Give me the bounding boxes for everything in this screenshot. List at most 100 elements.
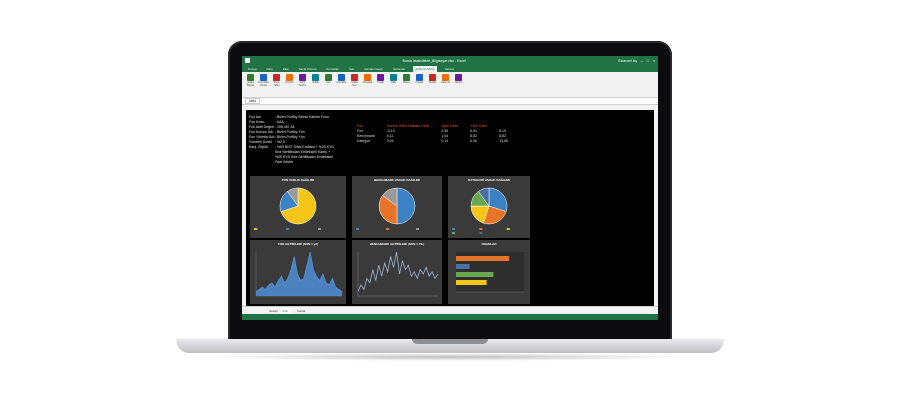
fon-varlik-panel[interactable]: FON VARLIK DAĞILIMI xyxy=(250,176,346,238)
legend-swatch xyxy=(452,232,455,234)
kategori-panel[interactable]: KATEGORİ VARLIK DAĞILIMI xyxy=(448,176,530,238)
ribbon-label: Fon Ekle xyxy=(336,81,347,84)
bar xyxy=(456,272,494,277)
ribbon-icon xyxy=(403,74,410,81)
kategori-chart xyxy=(452,187,510,234)
fon-getiri-panel[interactable]: FON GETİRİLERİ (SON 1 yıl) xyxy=(250,240,346,304)
ribbon-button-2[interactable]: Pivot Tablo xyxy=(271,74,282,95)
ribbon-label: Formülleri Göster xyxy=(257,81,270,87)
ribbon-button-15[interactable]: Satın Al xyxy=(440,74,451,95)
pie-slice xyxy=(396,187,416,225)
tab-0[interactable]: Dosya xyxy=(246,66,259,72)
tab-8[interactable]: ANALİZ ARAÇ xyxy=(413,66,437,72)
fon-getiri-chart xyxy=(255,251,343,297)
ribbon-icon xyxy=(429,74,436,81)
ribbon-label: Tarih Seçimi xyxy=(298,81,307,87)
ribbon-label: Rapor xyxy=(403,81,410,84)
ribbon-button-3[interactable]: Hazırla xyxy=(284,74,295,95)
ribbon-label: Analiz Başlat xyxy=(247,81,254,87)
formula-bar[interactable]: A864 xyxy=(242,98,658,105)
bar xyxy=(456,264,470,269)
legend-swatch xyxy=(254,228,257,230)
stats-cell: 0,14 xyxy=(441,139,449,143)
worksheet[interactable]: Fon Adı: Bizim Portföy Birinci Katılım F… xyxy=(246,110,654,306)
stats-cell: 0,06 xyxy=(386,139,394,143)
status-bar xyxy=(242,314,658,320)
tab-2[interactable]: Ekle xyxy=(281,66,291,72)
legend-swatch xyxy=(416,228,419,230)
ribbon-button-9[interactable]: Hesapla xyxy=(362,74,373,95)
ribbon-icon xyxy=(325,74,332,81)
close-icon[interactable]: × xyxy=(653,59,655,63)
fon-varlik-chart xyxy=(254,187,321,230)
oranlar-chart xyxy=(456,252,524,293)
legend-swatch xyxy=(506,228,510,230)
tab-9[interactable]: Yardım xyxy=(443,66,456,72)
ribbon-icon xyxy=(390,74,397,81)
ribbon-button-1[interactable]: Formülleri Göster xyxy=(258,74,269,95)
ribbon-icon xyxy=(260,74,267,81)
ribbon-icon xyxy=(364,74,371,81)
fund-info-label xyxy=(249,160,275,165)
oranlar-panel[interactable]: ORANLAR xyxy=(448,240,530,304)
ribbon-icon xyxy=(312,74,319,81)
excel-window: Borsa İstatistikleri_Bilgisayar.xlsx - E… xyxy=(242,56,658,320)
legend-swatch xyxy=(356,228,359,230)
ribbon-icon xyxy=(351,74,358,81)
legend-swatch xyxy=(286,228,289,230)
legend-swatch xyxy=(386,228,389,230)
legend-swatch xyxy=(479,228,483,230)
ribbon-label: Modül xyxy=(429,81,436,84)
ribbon-button-5[interactable]: Grafik xyxy=(310,74,321,95)
ribbon-button-10[interactable]: Yenile xyxy=(375,74,386,95)
ribbon-button-11[interactable]: Risk xyxy=(388,74,399,95)
bench-getiri-panel[interactable]: BENCHMARK GETİRİLERİ (SON 1 YIL) xyxy=(352,240,442,304)
stats-cell: Kategori xyxy=(357,139,371,143)
tab-1[interactable]: Giriş xyxy=(265,66,275,72)
stats-table: Fon Günlük Getiri Haftalık Getiri Aylık Ge… xyxy=(351,124,514,144)
ribbon-icon xyxy=(286,74,293,81)
ribbon-button-16[interactable]: Yardım xyxy=(453,74,464,95)
title-bar: Borsa İstatistikleri_Bilgisayar.xlsx - E… xyxy=(242,56,658,65)
tab-5[interactable]: Veri xyxy=(347,66,356,72)
ribbon-icon xyxy=(247,74,254,81)
tab-3[interactable]: Sayfa Düzeni xyxy=(297,66,319,72)
bench-getiri-chart xyxy=(357,251,439,297)
minimize-icon[interactable]: – xyxy=(641,59,643,63)
ribbon-button-12[interactable]: Rapor xyxy=(401,74,412,95)
legend-swatch xyxy=(452,228,455,230)
name-box[interactable]: A864 xyxy=(245,98,261,104)
ribbon-label: Risk xyxy=(391,81,396,84)
ribbon-label: Hazırla xyxy=(285,81,294,84)
maximize-icon[interactable]: □ xyxy=(647,59,649,63)
ribbon-label: Grafik xyxy=(312,81,319,84)
ribbon-label: Hesapla xyxy=(362,81,373,84)
benchmark-panel[interactable]: BENCHMARK VARLIK DAĞILIMI xyxy=(352,176,442,238)
tab-6[interactable]: Gözden Geçir xyxy=(362,66,385,72)
ribbon-button-13[interactable]: Kaydet xyxy=(414,74,425,95)
ribbon-button-14[interactable]: Modül xyxy=(427,74,438,95)
ribbon-icon xyxy=(455,74,462,81)
legend-swatch xyxy=(318,228,321,230)
laptop-notch xyxy=(412,339,488,344)
ribbon-button-0[interactable]: Analiz Başlat xyxy=(245,74,256,95)
ribbon-icon xyxy=(442,74,449,81)
ribbon-label: Yardım xyxy=(454,81,463,84)
ribbon-button-4[interactable]: Tarih Seçimi xyxy=(297,74,308,95)
ribbon-label: Kaydet xyxy=(415,81,424,84)
ribbon-icon xyxy=(299,74,306,81)
ribbon-button-8[interactable]: Grafik Seç xyxy=(349,74,360,95)
bar xyxy=(456,280,487,285)
ribbon-label: Yenile xyxy=(377,81,384,84)
tab-4[interactable]: Formüller xyxy=(324,66,341,72)
bar xyxy=(456,256,510,261)
user-name[interactable]: Ekonomi Aş xyxy=(618,59,636,63)
stats-cell: 6,06 xyxy=(470,139,477,143)
ribbon-label: Veri xyxy=(326,81,331,84)
ribbon-button-7[interactable]: Fon Ekle xyxy=(336,74,347,95)
tab-7[interactable]: Görünüm xyxy=(391,66,408,72)
ribbon-button-6[interactable]: Veri xyxy=(323,74,334,95)
excel-logo-icon xyxy=(245,58,250,63)
laptop-shadow xyxy=(200,353,700,361)
ribbon-icon xyxy=(377,74,384,81)
